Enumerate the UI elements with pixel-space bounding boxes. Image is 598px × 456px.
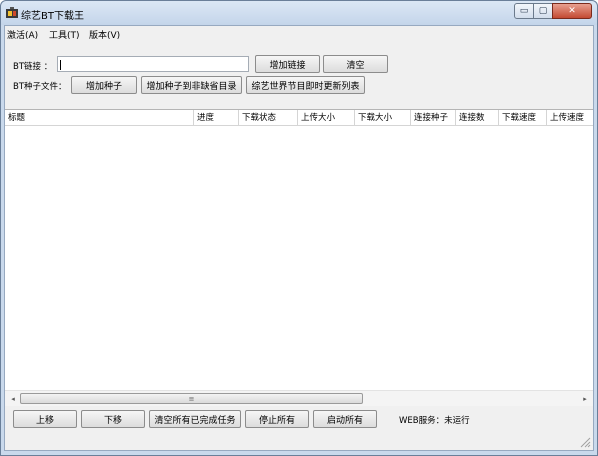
list-body[interactable] xyxy=(5,126,593,389)
resize-grip-icon[interactable] xyxy=(580,437,591,448)
column-header-download-speed[interactable]: 下载速度 xyxy=(499,110,547,126)
refresh-list-button[interactable]: 综艺世界节目即时更新列表 xyxy=(246,76,365,94)
minimize-icon: ▭ xyxy=(519,6,529,16)
column-header-upload-speed[interactable]: 上传速度 xyxy=(547,110,593,126)
menu-tools[interactable]: 工具(T) xyxy=(49,28,80,41)
horizontal-scrollbar[interactable]: ◂ ≡ ▸ xyxy=(5,390,593,406)
stop-all-button[interactable]: 停止所有 xyxy=(245,410,309,428)
scroll-right-icon[interactable]: ▸ xyxy=(577,391,593,407)
list-header: 标题 进度 下载状态 上传大小 下载大小 连接种子 连接数 下载速度 上传速度 xyxy=(5,110,593,126)
column-header-upload-size[interactable]: 上传大小 xyxy=(298,110,355,126)
app-icon xyxy=(6,7,18,18)
download-list[interactable]: 标题 进度 下载状态 上传大小 下载大小 连接种子 连接数 下载速度 上传速度 … xyxy=(5,109,593,406)
maximize-button[interactable]: ▢ xyxy=(533,3,553,19)
start-all-button[interactable]: 启动所有 xyxy=(313,410,377,428)
column-header-download-size[interactable]: 下载大小 xyxy=(355,110,411,126)
column-header-title[interactable]: 标题 xyxy=(5,110,194,126)
text-caret xyxy=(60,60,61,70)
clear-button[interactable]: 清空 xyxy=(323,55,388,73)
menu-version[interactable]: 版本(V) xyxy=(89,28,120,41)
client-area: 激活(A) 工具(T) 版本(V) BT链接 ： 增加链接 清空 BT种子文件：… xyxy=(4,25,594,451)
add-link-button[interactable]: 增加链接 xyxy=(255,55,320,73)
title-bar[interactable]: 综艺BT下载王 ▭ ▢ ✕ xyxy=(1,1,597,25)
minimize-button[interactable]: ▭ xyxy=(514,3,534,19)
scroll-left-icon[interactable]: ◂ xyxy=(5,391,21,407)
column-header-status[interactable]: 下载状态 xyxy=(239,110,298,126)
move-down-button[interactable]: 下移 xyxy=(81,410,145,428)
column-header-seeds[interactable]: 连接种子 xyxy=(411,110,456,126)
bt-seed-file-label: BT种子文件： xyxy=(13,82,67,92)
scroll-thumb[interactable]: ≡ xyxy=(20,393,363,404)
web-service-status: WEB服务：未运行 xyxy=(399,416,470,426)
column-header-progress[interactable]: 进度 xyxy=(194,110,239,126)
menu-bar: 激活(A) 工具(T) 版本(V) xyxy=(5,26,593,42)
move-up-button[interactable]: 上移 xyxy=(13,410,77,428)
close-button[interactable]: ✕ xyxy=(552,3,592,19)
bt-link-label: BT链接 ： xyxy=(13,62,53,72)
window-title: 综艺BT下载王 xyxy=(21,11,84,22)
app-window: 综艺BT下载王 ▭ ▢ ✕ 激活(A) 工具(T) 版本(V) BT链接 ： 增… xyxy=(0,0,598,456)
clear-completed-button[interactable]: 清空所有已完成任务 xyxy=(149,410,241,428)
maximize-icon: ▢ xyxy=(538,6,548,16)
column-header-connections[interactable]: 连接数 xyxy=(456,110,499,126)
menu-activate[interactable]: 激活(A) xyxy=(7,28,38,41)
grip-lines-icon: ≡ xyxy=(188,394,195,403)
close-icon: ✕ xyxy=(568,6,576,16)
bt-link-input[interactable] xyxy=(57,56,249,72)
add-seed-button[interactable]: 增加种子 xyxy=(71,76,137,94)
add-seed-default-dir-button[interactable]: 增加种子到非缺省目录 xyxy=(141,76,242,94)
